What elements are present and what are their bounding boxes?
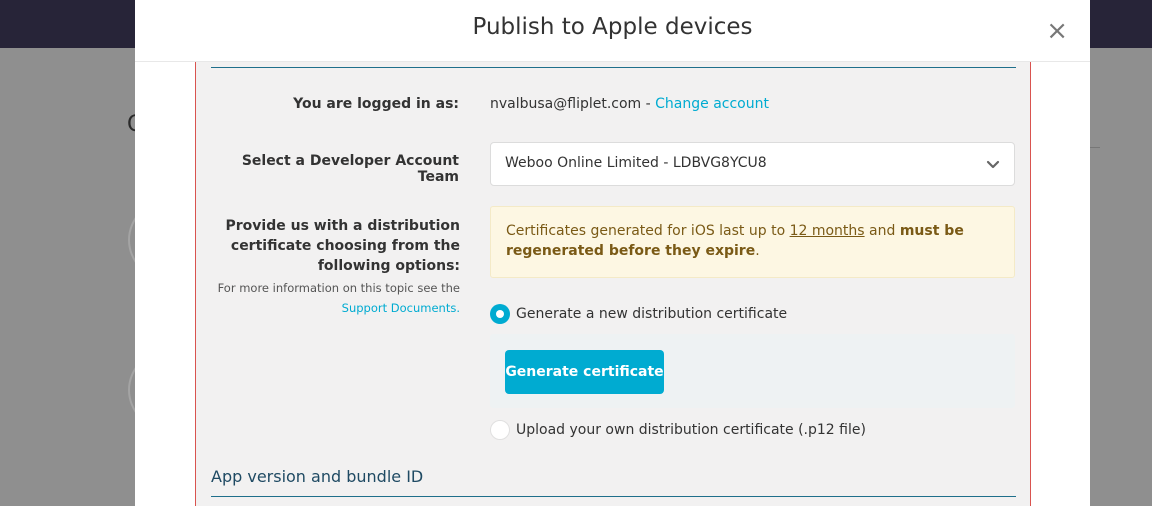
change-account-link[interactable]: Change account [655, 96, 769, 112]
alert-underline: 12 months [789, 223, 865, 239]
section-divider-top [211, 67, 1016, 68]
background-divider [1090, 147, 1100, 148]
account-separator: - [641, 96, 656, 112]
radio-selected-icon[interactable] [490, 304, 510, 324]
radio-unselected-icon[interactable] [490, 420, 510, 440]
developer-team-select[interactable]: Weboo Online Limited - LDBVG8YCU8 [490, 142, 1015, 186]
account-email: nvalbusa@fliplet.com [490, 96, 642, 112]
certificate-form-section: You are logged in as: nvalbusa@fliplet.c… [195, 62, 1031, 506]
radio-generate-label: Generate a new distribution certificate [516, 306, 788, 322]
modal-header: Publish to Apple devices × [135, 0, 1090, 62]
certificate-help: For more information on this topic see t… [206, 278, 460, 318]
radio-upload-label: Upload your own distribution certificate… [516, 422, 866, 438]
generate-certificate-button[interactable]: Generate certificate [505, 350, 664, 394]
publish-modal: Publish to Apple devices × You are logge… [135, 0, 1090, 506]
chevron-down-icon [986, 160, 1000, 169]
generate-certificate-panel: Generate certificate [490, 334, 1015, 408]
certificate-expiry-alert: Certificates generated for iOS last up t… [490, 206, 1015, 278]
developer-team-selected: Weboo Online Limited - LDBVG8YCU8 [505, 155, 767, 171]
logged-in-label: You are logged in as: [293, 96, 459, 112]
section-divider-bottom [211, 496, 1016, 497]
support-documents-link[interactable]: Support Documents. [342, 301, 460, 315]
alert-text-1: Certificates generated for iOS last up t… [506, 223, 790, 239]
app-version-section-title: App version and bundle ID [211, 467, 424, 486]
close-icon[interactable]: × [1046, 18, 1068, 44]
developer-team-label: Select a Developer Account Team [241, 153, 459, 185]
certificate-label: Provide us with a distribution certifica… [225, 218, 460, 274]
alert-end: . [755, 243, 760, 259]
logged-in-value: nvalbusa@fliplet.com - Change account [490, 96, 769, 112]
modal-title: Publish to Apple devices [472, 14, 753, 40]
radio-generate-certificate[interactable]: Generate a new distribution certificate [490, 304, 787, 324]
radio-upload-certificate[interactable]: Upload your own distribution certificate… [490, 420, 866, 440]
alert-text-2: and [864, 223, 900, 239]
certificate-help-text: For more information on this topic see t… [217, 281, 460, 295]
